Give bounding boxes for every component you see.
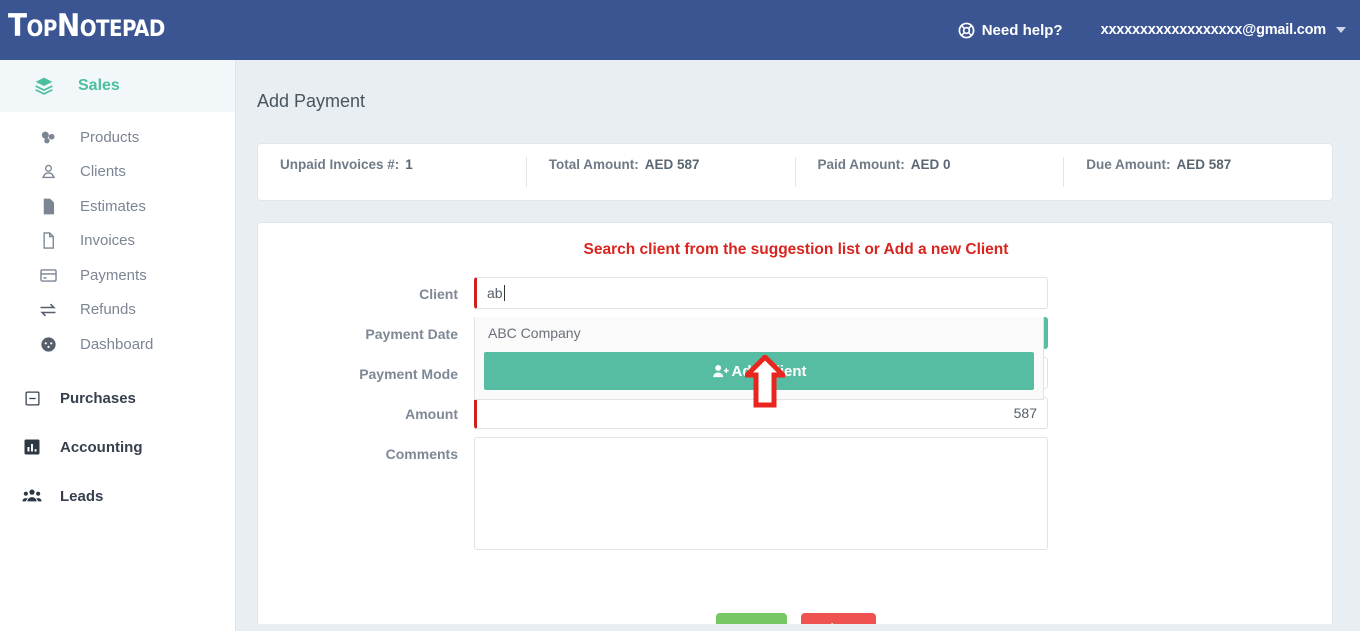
sidebar-item-clients-label: Clients bbox=[80, 163, 126, 180]
summary-due-amount-label: Due Amount: bbox=[1086, 157, 1170, 172]
comments-label: Comments bbox=[258, 446, 458, 462]
sidebar-group-sales[interactable]: Sales bbox=[0, 60, 235, 112]
sidebar-item-products-label: Products bbox=[80, 129, 139, 146]
sidebar-item-purchases-label: Purchases bbox=[60, 390, 136, 407]
sidebar-item-leads-label: Leads bbox=[60, 488, 103, 505]
user-menu[interactable]: xxxxxxxxxxxxxxxxxx@gmail.com bbox=[1101, 22, 1360, 38]
summary-total-amount-value: AED 587 bbox=[645, 157, 700, 172]
sidebar-item-estimates-label: Estimates bbox=[80, 198, 146, 215]
client-input-value: ab bbox=[487, 285, 503, 301]
form-row-comments: Comments bbox=[258, 437, 1334, 557]
sidebar-item-dashboard-label: Dashboard bbox=[80, 336, 153, 353]
summary-paid-amount-label: Paid Amount: bbox=[818, 157, 905, 172]
summary-paid-amount-value: AED 0 bbox=[911, 157, 951, 172]
client-label: Client bbox=[258, 286, 458, 302]
page-bottom-strip bbox=[236, 624, 1360, 631]
sidebar-item-clients[interactable]: Clients bbox=[0, 155, 235, 190]
bar-chart-icon bbox=[22, 438, 42, 456]
user-circle-icon bbox=[38, 162, 58, 181]
amount-field-wrap: 587 bbox=[474, 397, 1048, 429]
need-help-link[interactable]: Need help? bbox=[958, 22, 1063, 39]
amount-input[interactable]: 587 bbox=[474, 397, 1048, 429]
life-ring-icon bbox=[958, 22, 975, 39]
summary-due-amount: Due Amount: AED 587 bbox=[1063, 157, 1332, 187]
sidebar-item-accounting[interactable]: Accounting bbox=[0, 423, 235, 472]
sidebar-item-payments[interactable]: Payments bbox=[0, 258, 235, 293]
sidebar: Sales Products Clients bbox=[0, 60, 236, 631]
exchange-icon bbox=[38, 300, 58, 320]
sidebar-item-estimates[interactable]: Estimates bbox=[0, 189, 235, 224]
header-right-group: Need help? xxxxxxxxxxxxxxxxxx@gmail.com bbox=[958, 0, 1360, 60]
text-caret bbox=[504, 285, 505, 301]
form-rows: Client ab Payment Date bbox=[258, 277, 1334, 557]
client-input[interactable]: ab bbox=[474, 277, 1048, 309]
summary-unpaid-invoices: Unpaid Invoices #: 1 bbox=[258, 157, 526, 187]
add-client-label: Add Client bbox=[732, 363, 807, 380]
caret-down-icon bbox=[1336, 27, 1346, 33]
summary-card: Unpaid Invoices #: 1 Total Amount: AED 5… bbox=[257, 143, 1333, 201]
cubes-icon bbox=[38, 128, 58, 147]
summary-unpaid-invoices-value: 1 bbox=[405, 157, 413, 172]
summary-total-amount: Total Amount: AED 587 bbox=[526, 157, 795, 187]
sidebar-item-payments-label: Payments bbox=[80, 267, 147, 284]
top-header: TopNotepad Need help? xxxxxxxxxxxxxxxxxx… bbox=[0, 0, 1360, 60]
sidebar-item-invoices-label: Invoices bbox=[80, 232, 135, 249]
app-root: TopNotepad Need help? xxxxxxxxxxxxxxxxxx… bbox=[0, 0, 1360, 631]
sidebar-item-purchases[interactable]: Purchases bbox=[0, 374, 235, 423]
main-content: Add Payment Unpaid Invoices #: 1 Total A… bbox=[236, 60, 1360, 631]
summary-paid-amount: Paid Amount: AED 0 bbox=[795, 157, 1064, 187]
user-email-label: xxxxxxxxxxxxxxxxxx@gmail.com bbox=[1101, 22, 1326, 38]
sidebar-group-sales-label: Sales bbox=[78, 77, 120, 95]
sidebar-item-dashboard[interactable]: Dashboard bbox=[0, 327, 235, 362]
suggestion-item-abc-company[interactable]: ABC Company bbox=[475, 317, 1043, 349]
dashboard-icon bbox=[38, 335, 58, 354]
payment-form-card: Search client from the suggestion list o… bbox=[257, 222, 1333, 631]
comments-field-wrap bbox=[474, 437, 1048, 550]
user-plus-icon bbox=[712, 363, 729, 379]
amount-label: Amount bbox=[258, 406, 458, 422]
client-field-wrap: ab bbox=[474, 277, 1048, 309]
add-client-button[interactable]: Add Client bbox=[484, 352, 1034, 390]
sidebar-item-refunds-label: Refunds bbox=[80, 301, 136, 318]
annotation-text: Search client from the suggestion list o… bbox=[258, 241, 1334, 259]
sidebar-item-products[interactable]: Products bbox=[0, 120, 235, 155]
summary-row: Unpaid Invoices #: 1 Total Amount: AED 5… bbox=[258, 144, 1332, 200]
form-row-client: Client ab bbox=[258, 277, 1334, 317]
summary-total-amount-label: Total Amount: bbox=[549, 157, 639, 172]
layers-icon bbox=[34, 76, 54, 96]
sidebar-item-accounting-label: Accounting bbox=[60, 439, 143, 456]
file-outline-icon bbox=[38, 231, 58, 250]
summary-due-amount-value: AED 587 bbox=[1177, 157, 1232, 172]
minus-square-icon bbox=[22, 390, 42, 407]
app-logo[interactable]: TopNotepad bbox=[8, 8, 165, 44]
file-filled-icon bbox=[38, 197, 58, 216]
users-icon bbox=[22, 487, 42, 505]
amount-value: 587 bbox=[1014, 405, 1037, 421]
sidebar-item-leads[interactable]: Leads bbox=[0, 472, 235, 521]
sidebar-item-refunds[interactable]: Refunds bbox=[0, 293, 235, 328]
sidebar-item-invoices[interactable]: Invoices bbox=[0, 224, 235, 259]
client-suggestion-dropdown: ABC Company Add Client bbox=[474, 317, 1044, 400]
summary-unpaid-invoices-label: Unpaid Invoices #: bbox=[280, 157, 399, 172]
need-help-label: Need help? bbox=[982, 22, 1063, 39]
payment-date-label: Payment Date bbox=[258, 326, 458, 342]
payment-mode-label: Payment Mode bbox=[258, 366, 458, 382]
form-row-amount: Amount 587 bbox=[258, 397, 1334, 437]
page-title: Add Payment bbox=[257, 91, 365, 112]
comments-textarea[interactable] bbox=[474, 437, 1048, 550]
credit-card-icon bbox=[38, 266, 58, 285]
